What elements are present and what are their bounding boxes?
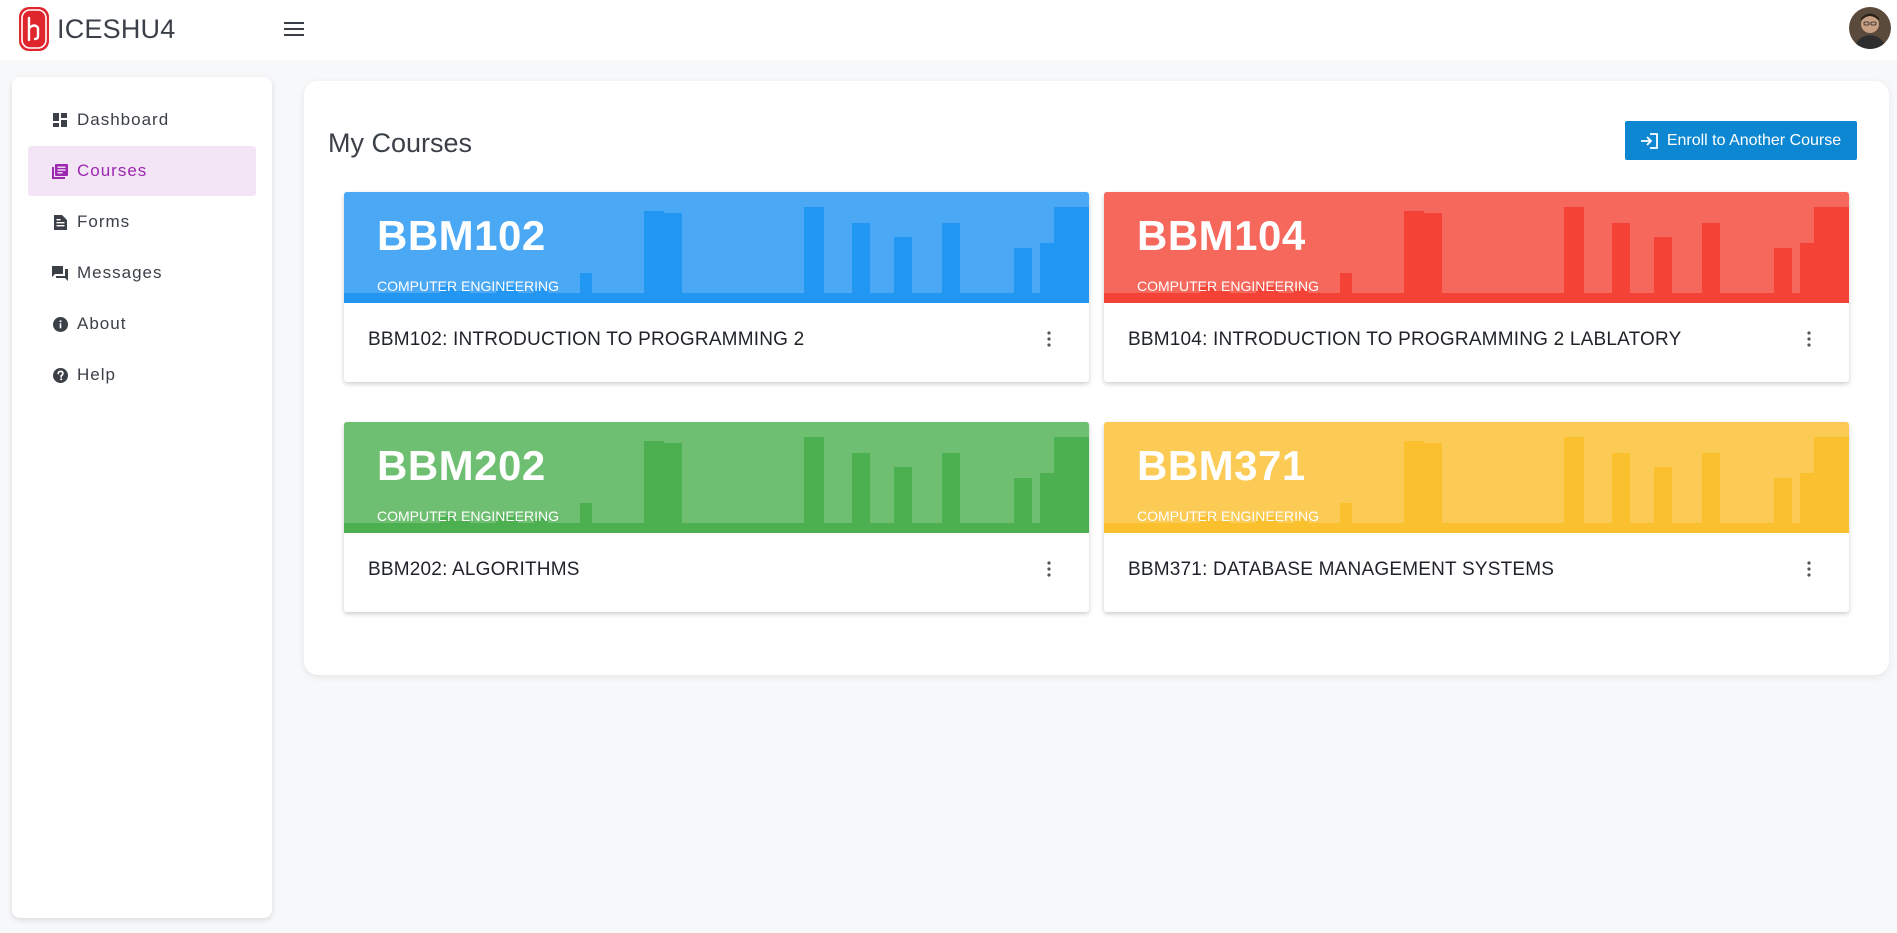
courses-icon	[52, 163, 68, 179]
help-icon	[52, 367, 68, 383]
user-avatar[interactable]	[1849, 7, 1891, 49]
course-card-body: BBM102: INTRODUCTION TO PROGRAMMING 2	[344, 303, 1089, 382]
course-title[interactable]: BBM102: INTRODUCTION TO PROGRAMMING 2	[368, 329, 804, 351]
sidebar-item-label: Courses	[77, 161, 148, 180]
course-department: COMPUTER ENGINEERING	[1137, 508, 1320, 524]
sidebar-item-label: Messages	[77, 263, 163, 282]
hamburger-menu-icon[interactable]	[280, 16, 308, 42]
course-title[interactable]: BBM371: DATABASE MANAGEMENT SYSTEMS	[1128, 559, 1554, 581]
course-card-header[interactable]: BBM102 COMPUTER ENGINEERING	[344, 192, 1089, 303]
sidebar-item-forms[interactable]: Forms	[28, 197, 256, 247]
dashboard-icon	[52, 112, 68, 128]
sidebar-item-label: Dashboard	[77, 110, 170, 129]
app-name: ICESHU4	[57, 13, 176, 44]
sidebar-item-label: Help	[77, 365, 116, 384]
page-title: My Courses	[328, 128, 473, 158]
course-card-header[interactable]: BBM104 COMPUTER ENGINEERING	[1104, 192, 1849, 303]
course-card[interactable]: BBM104 COMPUTER ENGINEERING BBM104: INTR…	[1104, 192, 1849, 382]
enroll-course-button[interactable]: Enroll to Another Course	[1625, 121, 1857, 160]
login-arrow-icon	[1640, 132, 1659, 149]
course-department: COMPUTER ENGINEERING	[377, 278, 560, 294]
hacettepe-logo-icon	[19, 7, 49, 51]
course-card-header[interactable]: BBM371 COMPUTER ENGINEERING	[1104, 422, 1849, 533]
my-courses-panel: My Courses Enroll to Another Course BBM1…	[304, 81, 1889, 675]
sidebar-item-dashboard[interactable]: Dashboard	[28, 95, 256, 145]
course-card[interactable]: BBM102 COMPUTER ENGINEERING BBM102: INTR…	[344, 192, 1089, 382]
sidebar: Dashboard Courses Forms Messages About H…	[12, 77, 272, 918]
course-code: BBM371	[1137, 442, 1306, 489]
sidebar-item-label: About	[77, 314, 127, 333]
more-options-icon[interactable]	[1039, 327, 1059, 351]
course-department: COMPUTER ENGINEERING	[377, 508, 560, 524]
enroll-course-label: Enroll to Another Course	[1666, 131, 1842, 149]
sidebar-item-about[interactable]: About	[28, 299, 256, 349]
course-card-body: BBM104: INTRODUCTION TO PROGRAMMING 2 LA…	[1104, 303, 1849, 382]
sidebar-item-messages[interactable]: Messages	[28, 248, 256, 298]
sidebar-item-help[interactable]: Help	[28, 350, 256, 400]
course-title[interactable]: BBM104: INTRODUCTION TO PROGRAMMING 2 LA…	[1128, 329, 1681, 351]
messages-icon	[52, 265, 68, 281]
brand[interactable]: ICESHU4	[18, 6, 175, 52]
sidebar-item-courses[interactable]: Courses	[28, 146, 256, 196]
course-department: COMPUTER ENGINEERING	[1137, 278, 1320, 294]
course-card[interactable]: BBM202 COMPUTER ENGINEERING BBM202: ALGO…	[344, 422, 1089, 612]
more-options-icon[interactable]	[1039, 557, 1059, 581]
course-code: BBM202	[377, 442, 546, 489]
more-options-icon[interactable]	[1799, 557, 1819, 581]
course-code: BBM102	[377, 212, 546, 259]
course-card-body: BBM202: ALGORITHMS	[344, 533, 1089, 612]
top-bar: ICESHU4	[0, 0, 1897, 60]
more-options-icon[interactable]	[1799, 327, 1819, 351]
course-card-body: BBM371: DATABASE MANAGEMENT SYSTEMS	[1104, 533, 1849, 612]
sidebar-item-label: Forms	[77, 212, 131, 231]
course-card[interactable]: BBM371 COMPUTER ENGINEERING BBM371: DATA…	[1104, 422, 1849, 612]
course-code: BBM104	[1137, 212, 1306, 259]
course-card-header[interactable]: BBM202 COMPUTER ENGINEERING	[344, 422, 1089, 533]
course-title[interactable]: BBM202: ALGORITHMS	[368, 559, 580, 581]
info-icon	[52, 316, 68, 332]
forms-icon	[52, 214, 68, 230]
